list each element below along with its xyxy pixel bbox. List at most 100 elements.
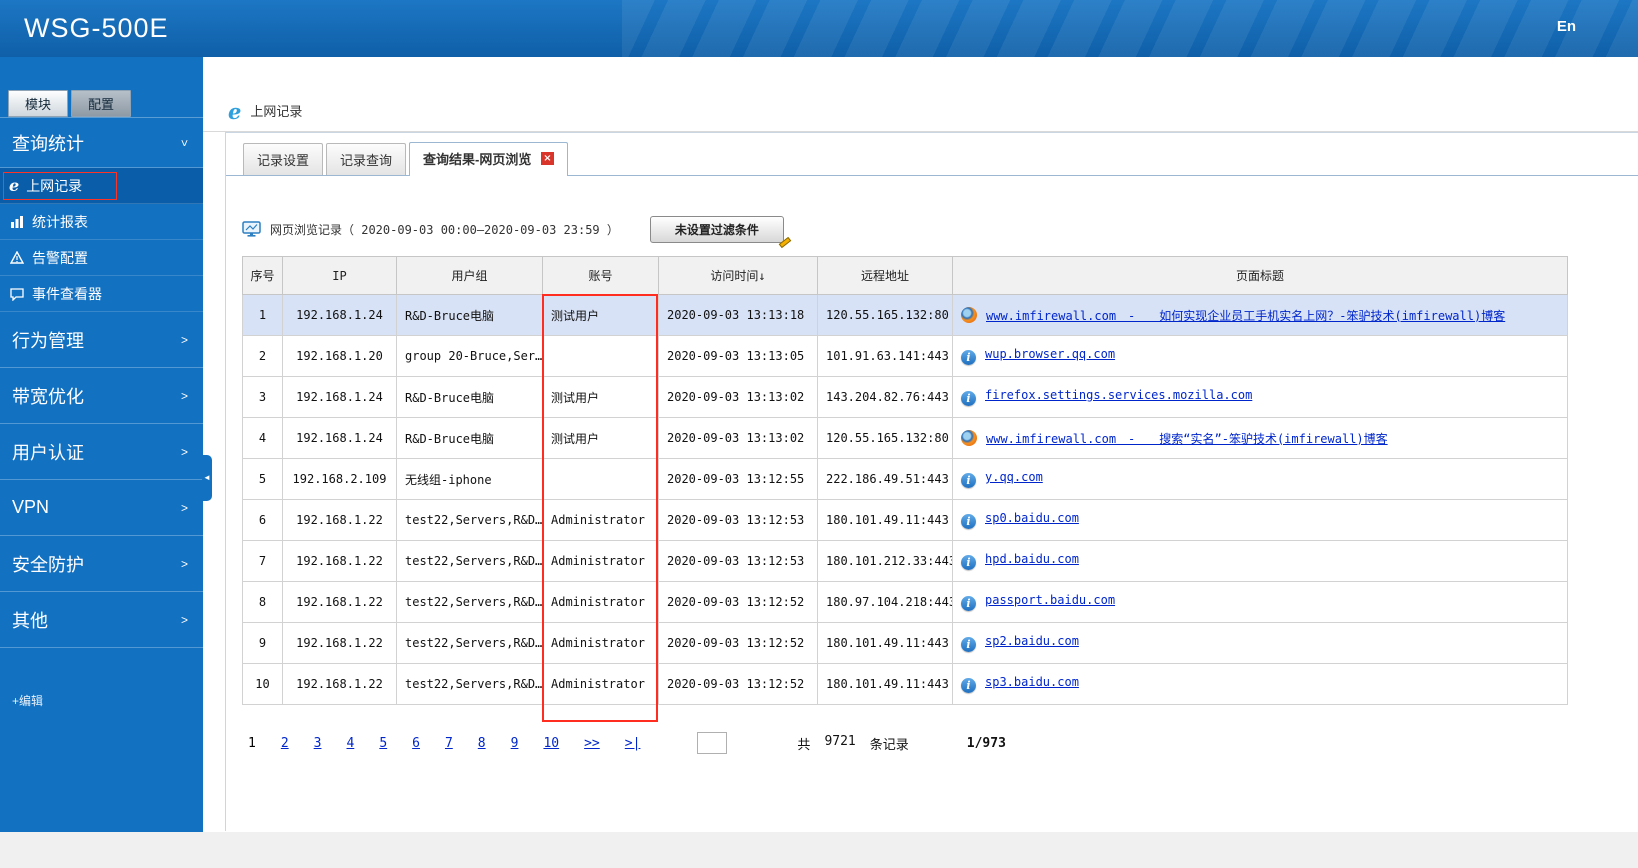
cell-access-time: 2020-09-03 13:12:55 (658, 458, 818, 500)
info-icon (961, 391, 976, 406)
cell-index: 8 (242, 581, 283, 623)
sidebar-item-statistics-report[interactable]: 统计报表 (0, 204, 203, 240)
sidebar-collapse-handle[interactable] (202, 455, 212, 501)
sidebar-edit-link[interactable]: +编辑 (12, 692, 203, 709)
keyboard-backdrop (622, 0, 1638, 57)
cell-remote-address: 180.97.104.218:443 (817, 581, 953, 623)
cell-access-time: 2020-09-03 13:12:53 (658, 540, 818, 582)
col-user-group: 用户组 (396, 256, 543, 295)
record-row[interactable]: 6 192.168.1.22 test22,Servers,R&D… Administ… (242, 499, 1568, 541)
alert-icon (10, 250, 24, 264)
cell-index: 10 (242, 663, 283, 705)
tab-record-settings[interactable]: 记录设置 (243, 143, 324, 175)
cell-user-group: test22,Servers,R&D… (396, 499, 543, 541)
record-row[interactable]: 4 192.168.1.24 R&D-Bruce电脑 测试用户 2020-09-03 1… (242, 417, 1568, 459)
cell-access-time: 2020-09-03 13:12:53 (658, 499, 818, 541)
sidebar-section-security-protection[interactable]: 安全防护 (0, 536, 203, 592)
page-jump-input[interactable] (697, 732, 728, 754)
pagination-page-link[interactable]: 4 (346, 736, 354, 751)
chevron-right-icon (181, 333, 188, 347)
language-switch[interactable]: En (1557, 18, 1576, 35)
cell-page-title: firefox.settings.services.mozilla.com (952, 376, 1568, 418)
pagination-page-link[interactable]: 3 (314, 736, 322, 751)
pagination-pages: 1 2 3 4 5 6 7 8 9 10 (248, 736, 584, 751)
cell-account (542, 335, 659, 377)
record-row[interactable]: 9 192.168.1.22 test22,Servers,R&D… Administ… (242, 622, 1568, 664)
chevron-right-icon (181, 445, 188, 459)
pagination-page-link[interactable]: 9 (511, 736, 519, 751)
sidebar-item-internet-records[interactable]: 上网记录 (0, 168, 203, 204)
section-label: 行为管理 (12, 330, 84, 351)
pagination-page-link[interactable]: 5 (379, 736, 387, 751)
cell-remote-address: 120.55.165.132:80 (817, 417, 953, 459)
cell-account: Administrator (542, 663, 659, 705)
record-total: 共 9721 条记录 (797, 734, 908, 753)
sidebar-item-event-viewer[interactable]: 事件查看器 (0, 276, 203, 312)
total-prefix: 共 (797, 737, 811, 753)
col-access-time-sort[interactable]: 访问时间↓ (658, 256, 818, 295)
page-title-link[interactable]: www.imfirewall.com - 搜索“实名”-笨驴技术(imfirew… (986, 432, 1388, 446)
sidebar-section-others[interactable]: 其他 (0, 592, 203, 648)
record-row[interactable]: 2 192.168.1.20 group 20-Bruce,Ser… 2020-09-… (242, 335, 1568, 377)
tab-record-query[interactable]: 记录查询 (326, 143, 407, 175)
sidebar-section-behavior-management[interactable]: 行为管理 (0, 312, 203, 368)
record-row[interactable]: 1 192.168.1.24 R&D-Bruce电脑 测试用户 2020-09-03 1… (242, 294, 1568, 336)
cell-ip: 192.168.1.22 (282, 499, 397, 541)
tab-query-result-web-browsing[interactable]: 查询结果-网页浏览 × (409, 142, 568, 176)
tab-bar: 记录设置 记录查询 查询结果-网页浏览 × (226, 133, 1638, 176)
page-title-link[interactable]: passport.baidu.com (985, 593, 1115, 607)
sidebar-section-vpn[interactable]: VPN (0, 480, 203, 536)
sidebar-tab-config[interactable]: 配置 (71, 90, 131, 117)
cell-access-time: 2020-09-03 13:13:02 (658, 376, 818, 418)
pagination-page-link[interactable]: 7 (445, 736, 453, 751)
chevron-right-icon (181, 389, 188, 403)
page-title-link[interactable]: www.imfirewall.com - 如何实现企业员工手机实名上网？-笨驴技… (986, 309, 1505, 323)
app-title: WSG-500E (24, 13, 169, 43)
page-title-link[interactable]: hpd.baidu.com (985, 552, 1079, 566)
cell-page-title: sp3.baidu.com (952, 663, 1568, 705)
sidebar: 模块 配置 查询统计 上网记录 统计报表 告警配置 (0, 57, 212, 832)
record-row[interactable]: 3 192.168.1.24 R&D-Bruce电脑 测试用户 2020-09-03 1… (242, 376, 1568, 418)
page-title-link[interactable]: sp2.baidu.com (985, 634, 1079, 648)
pagination-last-link[interactable]: >| (625, 736, 641, 751)
record-row[interactable]: 7 192.168.1.22 test22,Servers,R&D… Administ… (242, 540, 1568, 582)
cell-account: 测试用户 (542, 294, 659, 336)
page-title-link[interactable]: sp3.baidu.com (985, 675, 1079, 689)
filter-button[interactable]: 未设置过滤条件 (649, 216, 792, 249)
record-row[interactable]: 5 192.168.2.109 无线组-iphone 2020-09-03 13:12… (242, 458, 1568, 500)
pagination-page-link[interactable]: 6 (412, 736, 420, 751)
close-icon[interactable]: × (541, 152, 554, 165)
cell-user-group: test22,Servers,R&D… (396, 663, 543, 705)
cell-ip: 192.168.1.22 (282, 622, 397, 664)
tab-label: 查询结果-网页浏览 (423, 152, 532, 167)
sidebar-item-alarm-config[interactable]: 告警配置 (0, 240, 203, 276)
page-title-link[interactable]: y.qq.com (985, 470, 1043, 484)
pagination-page-link[interactable]: 2 (281, 736, 289, 751)
info-icon (961, 596, 976, 611)
cell-access-time: 2020-09-03 13:12:52 (658, 622, 818, 664)
sidebar-tab-modules[interactable]: 模块 (8, 90, 68, 117)
pagination-next-set-link[interactable]: >> (584, 736, 600, 751)
sidebar-section-query-statistics[interactable]: 查询统计 (0, 118, 203, 168)
pagination: 1 2 3 4 5 6 7 8 9 10 >> >| 共 9721 条记录 1/973 (248, 732, 1638, 754)
record-row[interactable]: 10 192.168.1.22 test22,Servers,R&D… Adminis… (242, 663, 1568, 705)
cell-access-time: 2020-09-03 13:12:52 (658, 663, 818, 705)
record-summary-row: 网页浏览记录（ 2020-09-03 00:00—2020-09-03 23:5… (242, 216, 1638, 249)
pagination-page-link[interactable]: 8 (478, 736, 486, 751)
page-title-link[interactable]: firefox.settings.services.mozilla.com (985, 388, 1252, 402)
cell-page-title: passport.baidu.com (952, 581, 1568, 623)
section-label: 带宽优化 (12, 386, 84, 407)
page-title-link[interactable]: wup.browser.qq.com (985, 347, 1115, 361)
cell-user-group: R&D-Bruce电脑 (396, 417, 543, 459)
sidebar-section-bandwidth-optimization[interactable]: 带宽优化 (0, 368, 203, 424)
sidebar-section-user-authentication[interactable]: 用户认证 (0, 424, 203, 480)
page-title-link[interactable]: sp0.baidu.com (985, 511, 1079, 525)
pagination-page-link[interactable]: 10 (543, 736, 559, 751)
cell-ip: 192.168.1.24 (282, 417, 397, 459)
info-icon (961, 514, 976, 529)
cell-account: 测试用户 (542, 417, 659, 459)
cell-page-title: www.imfirewall.com - 搜索“实名”-笨驴技术(imfirew… (952, 417, 1568, 459)
chevron-right-icon (181, 501, 188, 515)
record-row[interactable]: 8 192.168.1.22 test22,Servers,R&D… Administ… (242, 581, 1568, 623)
chevron-right-icon (181, 613, 188, 627)
